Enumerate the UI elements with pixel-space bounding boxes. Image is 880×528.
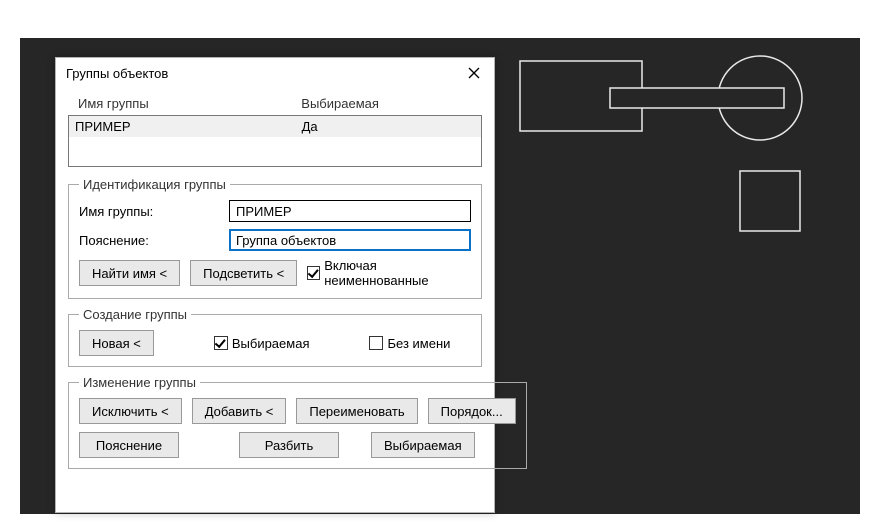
- description-button[interactable]: Пояснение: [79, 432, 179, 458]
- unnamed-label: Без имени: [387, 336, 450, 351]
- order-button[interactable]: Порядок...: [428, 398, 516, 424]
- identification-legend: Идентификация группы: [79, 177, 230, 192]
- rename-button[interactable]: Переименовать: [296, 398, 417, 424]
- find-name-button[interactable]: Найти имя <: [79, 260, 180, 286]
- include-unnamed-checkbox[interactable]: Включая неименнованные: [307, 258, 471, 288]
- dialog-title: Группы объектов: [66, 66, 454, 81]
- check-icon: [214, 336, 228, 350]
- exclude-button[interactable]: Исключить <: [79, 398, 182, 424]
- unnamed-checkbox[interactable]: Без имени: [369, 336, 450, 351]
- list-item[interactable]: ПРИМЕР Да: [69, 116, 481, 137]
- new-group-button[interactable]: Новая <: [79, 330, 154, 356]
- creation-legend: Создание группы: [79, 307, 191, 322]
- label-description: Пояснение:: [79, 233, 229, 248]
- bar-shape[interactable]: [610, 88, 784, 108]
- selectable-checkbox[interactable]: Выбираемая: [214, 336, 310, 351]
- group-list-header: Имя группы Выбираемая: [68, 92, 482, 115]
- group-name-input[interactable]: [229, 200, 471, 222]
- object-groups-dialog: Группы объектов Имя группы Выбираемая ПР…: [55, 57, 495, 513]
- add-button[interactable]: Добавить <: [192, 398, 287, 424]
- description-input[interactable]: [229, 229, 471, 251]
- list-cell-selectable: Да: [296, 119, 481, 134]
- explode-button[interactable]: Разбить: [239, 432, 339, 458]
- selectable-button[interactable]: Выбираемая: [371, 432, 475, 458]
- modify-legend: Изменение группы: [79, 375, 200, 390]
- include-unnamed-label: Включая неименнованные: [324, 258, 471, 288]
- label-group-name: Имя группы:: [79, 204, 229, 219]
- col-header-name: Имя группы: [72, 96, 295, 111]
- group-modify-fieldset: Изменение группы Исключить < Добавить < …: [68, 375, 527, 469]
- group-identification-fieldset: Идентификация группы Имя группы: Пояснен…: [68, 177, 482, 299]
- close-icon: [468, 67, 480, 79]
- square-shape[interactable]: [740, 171, 800, 231]
- highlight-button[interactable]: Подсветить <: [190, 260, 297, 286]
- close-button[interactable]: [454, 58, 494, 88]
- group-list[interactable]: ПРИМЕР Да: [68, 115, 482, 167]
- list-cell-name: ПРИМЕР: [69, 119, 296, 134]
- col-header-selectable: Выбираемая: [295, 96, 478, 111]
- group-creation-fieldset: Создание группы Новая < Выбираемая Без и…: [68, 307, 482, 367]
- check-icon: [369, 336, 383, 350]
- dialog-titlebar[interactable]: Группы объектов: [56, 58, 494, 88]
- check-icon: [307, 266, 320, 280]
- selectable-label: Выбираемая: [232, 336, 310, 351]
